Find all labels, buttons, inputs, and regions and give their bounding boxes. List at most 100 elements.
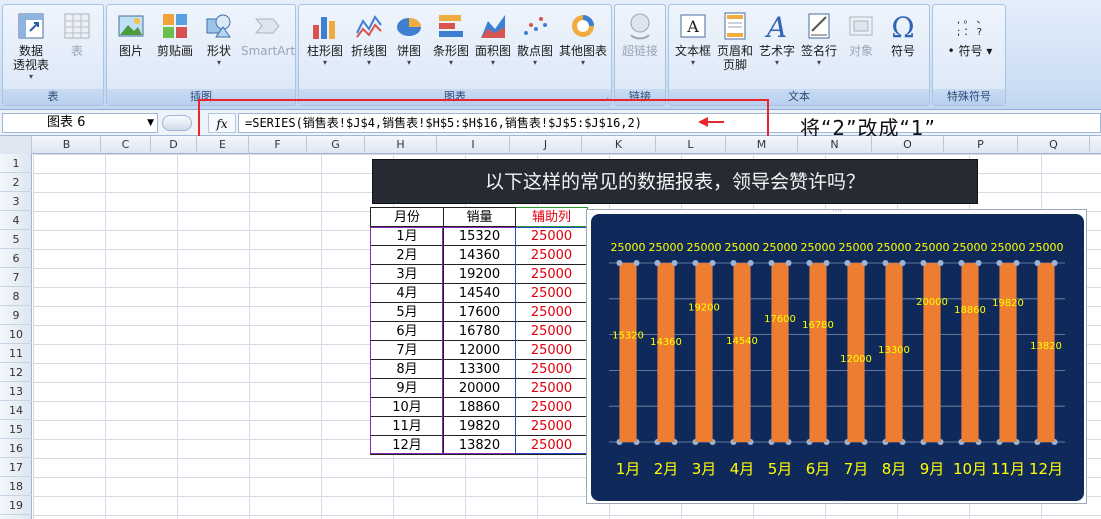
column-header-cell[interactable]: L [656,136,726,154]
column-header-cell[interactable]: K [582,136,656,154]
table-cell[interactable]: 1月 [370,226,444,246]
pivot-table-button[interactable]: 数据 透视表 ▾ [9,11,53,85]
table-cell[interactable]: 25000 [515,264,588,284]
row-header-cell[interactable]: 15 [0,420,32,439]
table-cell[interactable]: 13820 [443,435,516,455]
table-cell[interactable]: 25000 [515,321,588,341]
column-header-cell[interactable]: M [726,136,798,154]
table-cell[interactable]: 25000 [515,416,588,436]
table-cell[interactable]: 11月 [370,416,444,436]
signature-line-button[interactable]: 签名行 ▾ [797,11,841,85]
column-header-cell[interactable]: P [944,136,1018,154]
table-cell[interactable]: 25000 [515,283,588,303]
symbol-button[interactable]: Ω 符号 [881,11,925,85]
row-header-cell[interactable]: 10 [0,325,32,344]
row-header-cell[interactable]: 12 [0,363,32,382]
table-cell[interactable]: 25000 [515,435,588,455]
table-cell[interactable]: 14360 [443,245,516,265]
row-header-cell[interactable]: 1 [0,154,32,173]
column-header-cell[interactable]: E [197,136,249,154]
table-cell[interactable]: 6月 [370,321,444,341]
column-header-cell[interactable]: I [437,136,510,154]
row-header-cell[interactable]: 18 [0,477,32,496]
table-header-cell[interactable]: 月份 [370,207,444,227]
row-header-cell[interactable]: 13 [0,382,32,401]
smartart-button[interactable]: SmartArt [241,11,295,85]
chart-object[interactable]: 25000 15320 1月 25000 14360 2月 25000 19200 3月 2500… [586,209,1088,505]
chevron-down-icon[interactable]: ▼ [147,114,154,132]
table-cell[interactable]: 16780 [443,321,516,341]
table-cell[interactable]: 7月 [370,340,444,360]
scatter-chart-button[interactable]: 散点图 ▾ [513,11,557,85]
clip-art-button[interactable]: 剪贴画 [153,11,197,85]
table-cell[interactable]: 4月 [370,283,444,303]
row-header-cell[interactable]: 11 [0,344,32,363]
column-header-cell[interactable]: N [798,136,872,154]
wordart-button[interactable]: A 艺术字 ▾ [755,11,799,85]
row-header-cell[interactable]: 7 [0,268,32,287]
table-header-cell[interactable]: 辅助列 [515,207,588,227]
select-all-corner[interactable] [0,136,32,154]
table-cell[interactable]: 13300 [443,359,516,379]
table-cell[interactable]: 25000 [515,226,588,246]
column-header-cell[interactable]: F [249,136,307,154]
row-header-cell[interactable]: 2 [0,173,32,192]
table-cell[interactable]: 15320 [443,226,516,246]
column-chart[interactable]: 25000 15320 1月 25000 14360 2月 25000 19200 3月 2500… [587,210,1088,505]
hyperlink-button[interactable]: 超链接 [618,11,662,85]
table-cell[interactable]: 14540 [443,283,516,303]
table-cell[interactable]: 25000 [515,378,588,398]
table-cell[interactable]: 25000 [515,340,588,360]
table-cell[interactable]: 2月 [370,245,444,265]
column-header-cell[interactable]: G [307,136,365,154]
column-header-cell[interactable]: B [33,136,101,154]
table-cell[interactable]: 20000 [443,378,516,398]
row-header-cell[interactable]: 19 [0,496,32,515]
table-cell[interactable]: 3月 [370,264,444,284]
column-header-cell[interactable]: D [151,136,197,154]
table-cell[interactable]: 5月 [370,302,444,322]
table-cell[interactable]: 19200 [443,264,516,284]
pie-chart-button[interactable]: 饼图 ▾ [387,11,431,85]
row-header-cell[interactable]: 5 [0,230,32,249]
header-footer-button[interactable]: 页眉和 页脚 [713,11,757,85]
column-header-cell[interactable]: Q [1018,136,1090,154]
text-box-button[interactable]: A 文本框 ▾ [671,11,715,85]
table-cell[interactable]: 19820 [443,416,516,436]
formula-bar-expand-handle[interactable] [162,115,192,131]
picture-button[interactable]: 图片 [109,11,153,85]
other-charts-button[interactable]: 其他图表 ▾ [555,11,611,85]
table-header-cell[interactable]: 销量 [443,207,516,227]
row-header-cell[interactable]: 4 [0,211,32,230]
table-cell[interactable]: 25000 [515,245,588,265]
table-cell[interactable]: 25000 [515,359,588,379]
table-cell[interactable]: 12000 [443,340,516,360]
row-header-cell[interactable]: 8 [0,287,32,306]
column-header-cell[interactable]: C [101,136,151,154]
line-chart-button[interactable]: 折线图 ▾ [347,11,391,85]
table-cell[interactable]: 25000 [515,397,588,417]
table-cell[interactable]: 12月 [370,435,444,455]
table-cell[interactable]: 25000 [515,302,588,322]
row-header-cell[interactable]: 3 [0,192,32,211]
column-header-cell[interactable]: J [510,136,582,154]
table-cell[interactable]: 8月 [370,359,444,379]
row-header-cell[interactable]: 9 [0,306,32,325]
column-header-cell[interactable]: H [365,136,437,154]
row-header-cell[interactable]: 6 [0,249,32,268]
special-symbol-button[interactable]: , 。 、; ： ? • 符号 ▾ [939,11,1001,85]
row-header-cell[interactable]: 16 [0,439,32,458]
bar-chart-button[interactable]: 条形图 ▾ [429,11,473,85]
name-box[interactable]: 图表 6 ▼ [2,113,158,133]
table-cell[interactable]: 10月 [370,397,444,417]
row-header-cell[interactable]: 17 [0,458,32,477]
table-button[interactable]: 表 [55,11,99,85]
shapes-button[interactable]: 形状 ▾ [197,11,241,85]
object-button[interactable]: 对象 [839,11,883,85]
column-chart-button[interactable]: 柱形图 ▾ [303,11,347,85]
row-header-cell[interactable]: 14 [0,401,32,420]
table-cell[interactable]: 18860 [443,397,516,417]
table-cell[interactable]: 9月 [370,378,444,398]
column-header-cell[interactable]: O [872,136,944,154]
table-cell[interactable]: 17600 [443,302,516,322]
